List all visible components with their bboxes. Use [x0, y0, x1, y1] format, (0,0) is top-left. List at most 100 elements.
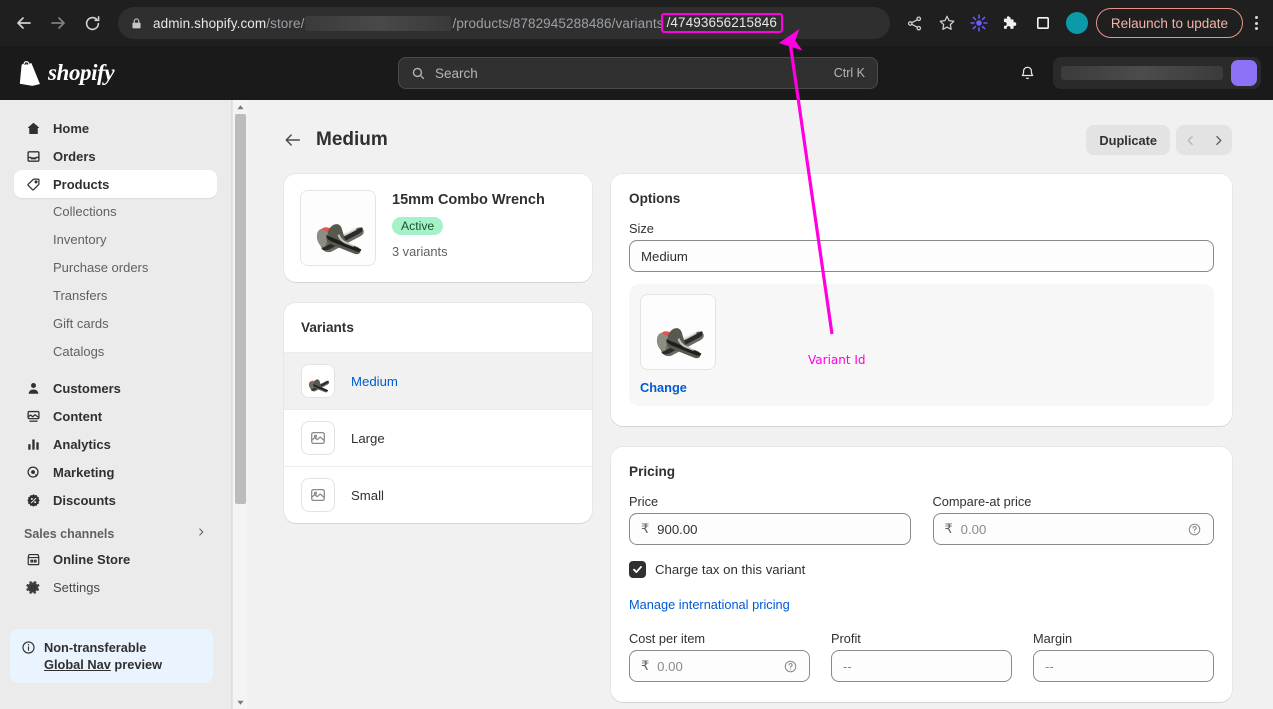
- variant-row-medium[interactable]: Medium: [284, 352, 592, 409]
- scroll-down-arrow[interactable]: [233, 695, 248, 709]
- options-title: Options: [629, 191, 681, 206]
- store-switcher-button[interactable]: [1053, 57, 1261, 89]
- starburst-extension-icon[interactable]: [964, 8, 994, 38]
- sidebar-item-content[interactable]: Content: [14, 402, 217, 430]
- sidebar-item-home[interactable]: Home: [14, 114, 217, 142]
- size-value: Medium: [641, 248, 688, 264]
- variant-row-large[interactable]: Large: [284, 409, 592, 466]
- price-input[interactable]: ₹ 900.00: [629, 513, 911, 545]
- forward-button[interactable]: [42, 7, 74, 39]
- lock-icon: [130, 17, 143, 30]
- cost-per-item-label: Cost per item: [629, 631, 706, 646]
- variant-name: Medium: [351, 373, 398, 389]
- manage-international-pricing-link[interactable]: Manage international pricing: [629, 597, 790, 612]
- margin-label: Margin: [1033, 631, 1073, 646]
- side-panel-icon[interactable]: [1028, 8, 1058, 38]
- sidebar-item-settings[interactable]: Settings: [14, 573, 217, 601]
- variant-row-small[interactable]: Small: [284, 466, 592, 523]
- variant-pager: [1176, 125, 1232, 155]
- content-image-icon: [24, 409, 42, 424]
- share-icon[interactable]: [900, 8, 930, 38]
- sneakers-product-image: [641, 295, 715, 369]
- sidebar-subitem-purchase-orders[interactable]: Purchase orders: [14, 254, 217, 282]
- sidebar-item-label: Online Store: [53, 551, 131, 567]
- gear-icon: [24, 580, 42, 595]
- online-store-icon: [24, 552, 42, 567]
- margin-input[interactable]: --: [1033, 650, 1214, 682]
- reload-button[interactable]: [76, 7, 108, 39]
- price-value: 900.00: [657, 521, 698, 537]
- sidebar-item-customers[interactable]: Customers: [14, 374, 217, 402]
- puzzle-piece-icon[interactable]: [996, 8, 1026, 38]
- sidebar-subitem-catalogs[interactable]: Catalogs: [14, 338, 217, 366]
- topbar-right-group: [1011, 46, 1261, 100]
- search-input[interactable]: Search Ctrl K: [398, 57, 878, 89]
- sidebar-scrollbar[interactable]: [232, 100, 247, 709]
- chevron-right-icon: [195, 526, 207, 541]
- change-image-link[interactable]: Change: [640, 380, 687, 395]
- help-circle-icon[interactable]: [1187, 522, 1202, 537]
- duplicate-button[interactable]: Duplicate: [1086, 125, 1170, 155]
- notification-bell-icon[interactable]: [1011, 57, 1043, 89]
- sidebar-scrollbar-thumb[interactable]: [235, 114, 246, 504]
- star-icon[interactable]: [932, 8, 962, 38]
- chevron-right-icon: [1215, 135, 1221, 145]
- search-icon: [411, 66, 426, 81]
- browser-nav-buttons: [0, 7, 108, 39]
- back-arrow-icon: [17, 17, 31, 29]
- product-name: 15mm Combo Wrench: [392, 192, 545, 208]
- sidebar-item-products[interactable]: Products: [14, 170, 217, 198]
- profit-input[interactable]: --: [831, 650, 1012, 682]
- sidebar-subitem-gift-cards[interactable]: Gift cards: [14, 310, 217, 338]
- price-row: Price ₹ 900.00 Compare-at price ₹ 0.00: [629, 479, 1214, 545]
- compare-at-price-input[interactable]: ₹ 0.00: [932, 513, 1214, 545]
- global-nav-preview-banner: Non-transferable Global Nav preview: [10, 629, 213, 683]
- charge-tax-checkbox[interactable]: [629, 561, 646, 578]
- sidebar-item-label: Settings: [53, 579, 100, 595]
- sidebar-item-label: Analytics: [53, 436, 111, 452]
- main-content: Medium Duplicate 15mm Combo Wrench Activ…: [247, 100, 1273, 709]
- sidebar-item-analytics[interactable]: Analytics: [14, 430, 217, 458]
- sidebar-item-online-store[interactable]: Online Store: [14, 545, 217, 573]
- variant-id-annotation-label: Variant Id: [808, 353, 866, 367]
- sidebar-section-sales-channels[interactable]: Sales channels: [14, 522, 217, 545]
- sidebar-item-orders[interactable]: Orders: [14, 142, 217, 170]
- scroll-up-arrow[interactable]: [233, 100, 248, 114]
- sidebar-item-discounts[interactable]: Discounts: [14, 486, 217, 514]
- back-button[interactable]: [8, 7, 40, 39]
- back-arrow-icon[interactable]: [284, 131, 302, 149]
- store-name-redacted: [1061, 66, 1223, 80]
- price-field: Price ₹ 900.00: [629, 479, 911, 545]
- sidebar: Home Orders Products Collections Invento…: [0, 100, 232, 709]
- variant-name: Small: [351, 487, 384, 503]
- margin-value: --: [1045, 658, 1054, 674]
- cost-per-item-field: Cost per item ₹ 0.00: [629, 631, 810, 682]
- sidebar-subitem-inventory[interactable]: Inventory: [14, 226, 217, 254]
- next-variant-button[interactable]: [1204, 125, 1232, 155]
- options-card: Options Size Medium Change: [611, 174, 1232, 426]
- size-input[interactable]: Medium: [629, 240, 1214, 272]
- cost-per-item-input[interactable]: ₹ 0.00: [629, 650, 810, 682]
- address-bar[interactable]: admin.shopify.com/store/ /products/878294…: [118, 7, 890, 39]
- sidebar-item-label: Marketing: [53, 464, 115, 480]
- pricing-card: Pricing Price ₹ 900.00 Compare-at price …: [611, 447, 1232, 702]
- relaunch-to-update-button[interactable]: Relaunch to update: [1095, 8, 1243, 38]
- variant-thumbnail-placeholder: [301, 478, 335, 512]
- previous-variant-button[interactable]: [1176, 125, 1204, 155]
- profile-avatar-icon[interactable]: [1065, 12, 1088, 34]
- shopify-logo[interactable]: shopify: [0, 60, 115, 86]
- sidebar-subitem-collections[interactable]: Collections: [14, 198, 217, 226]
- compare-at-price-label: Compare-at price: [932, 494, 1032, 509]
- sidebar-item-marketing[interactable]: Marketing: [14, 458, 217, 486]
- global-nav-link[interactable]: Global Nav: [44, 657, 111, 672]
- cost-value: 0.00: [657, 658, 683, 674]
- url-text: admin.shopify.com/store/ /products/878294…: [153, 12, 783, 34]
- orders-inbox-icon: [24, 149, 42, 164]
- kebab-menu-icon[interactable]: [1245, 8, 1267, 38]
- variant-image[interactable]: [640, 294, 716, 370]
- sidebar-subitem-transfers[interactable]: Transfers: [14, 282, 217, 310]
- search-placeholder: Search: [435, 65, 478, 81]
- help-circle-icon[interactable]: [783, 659, 798, 674]
- charge-tax-row[interactable]: Charge tax on this variant: [629, 561, 1214, 578]
